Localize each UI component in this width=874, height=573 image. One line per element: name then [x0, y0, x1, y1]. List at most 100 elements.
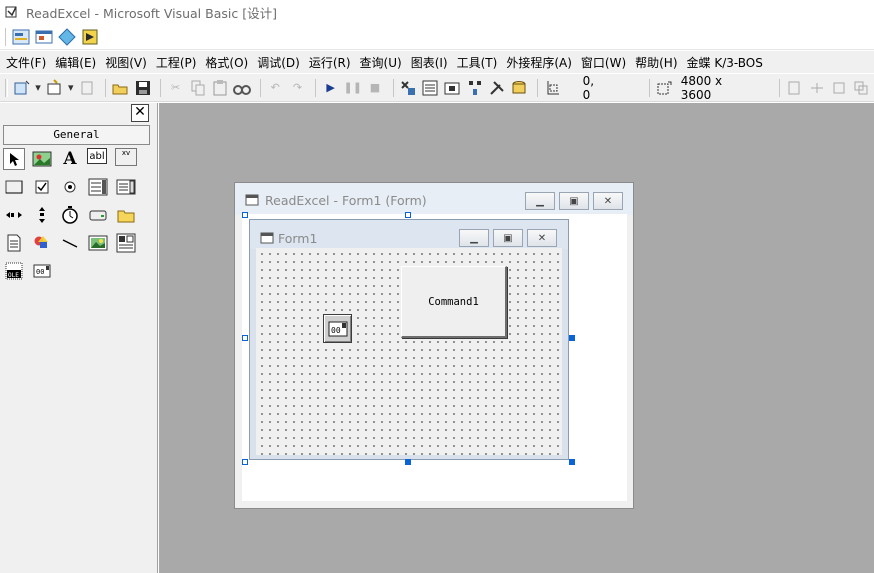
form-layout-icon[interactable]: [443, 78, 462, 98]
vb-icon[interactable]: [58, 27, 76, 46]
order-icon[interactable]: [852, 78, 871, 98]
dropdown-arrow-icon[interactable]: ▾: [67, 78, 75, 98]
find-icon[interactable]: [233, 78, 252, 98]
close-icon[interactable]: ✕: [131, 104, 149, 122]
textbox-tool-icon[interactable]: abl: [87, 148, 107, 164]
toolbox-panel: ✕ General A abl xv OLE 00: [0, 103, 158, 573]
size-to-grid-icon[interactable]: [830, 78, 849, 98]
toolbar-separator: [160, 78, 162, 97]
drivelist-tool-icon[interactable]: [87, 204, 109, 226]
restore-button[interactable]: ▣: [559, 192, 589, 210]
cut-icon[interactable]: ✂: [166, 78, 185, 98]
image-tool-icon[interactable]: [87, 232, 109, 254]
form-designer-title: ReadExcel - Form1 (Form): [265, 193, 427, 208]
form1-titlebar[interactable]: Form1 ▁ ▣ ✕: [250, 220, 568, 249]
close-button[interactable]: ✕: [593, 192, 623, 210]
line-tool-icon[interactable]: [59, 232, 81, 254]
project-explorer-icon[interactable]: [398, 78, 417, 98]
vscrollbar-tool-icon[interactable]: [31, 204, 53, 226]
undo-icon[interactable]: ↶: [266, 78, 285, 98]
position-icon: [542, 78, 561, 98]
dirlist-tool-icon[interactable]: [115, 204, 137, 226]
center-icon[interactable]: [808, 78, 827, 98]
command1-button[interactable]: Command1: [401, 266, 507, 338]
menu-query[interactable]: 查询(U): [360, 54, 402, 71]
menu-editor-icon[interactable]: [78, 78, 97, 98]
menu-project[interactable]: 工程(P): [156, 54, 197, 71]
menu-view[interactable]: 视图(V): [105, 54, 147, 71]
toolbar-separator: [104, 78, 106, 97]
data-tool-icon[interactable]: [115, 232, 137, 254]
toolbar-grip[interactable]: [5, 78, 8, 97]
align-icon[interactable]: [785, 78, 804, 98]
minimize-button[interactable]: ▁: [459, 229, 489, 247]
run-start-icon[interactable]: ▶: [321, 78, 340, 98]
form-window-icon[interactable]: [35, 28, 53, 46]
form1-window[interactable]: Form1 ▁ ▣ ✕: [249, 219, 569, 460]
data-view-icon[interactable]: [509, 78, 528, 98]
menu-debug[interactable]: 调试(D): [257, 54, 300, 71]
run-form-icon[interactable]: [81, 28, 99, 46]
toolbox-icon[interactable]: [487, 78, 506, 98]
resize-handle[interactable]: [242, 459, 248, 465]
close-button[interactable]: ✕: [527, 229, 557, 247]
add-form-icon[interactable]: [45, 78, 64, 98]
timer-tool-icon[interactable]: [59, 204, 81, 226]
standard-toolbar: ▾ ▾ ✂ ↶ ↷ ▶ ❚❚ ■ 0, 0 4800 x 3600: [0, 74, 874, 102]
pause-icon[interactable]: ❚❚: [343, 78, 362, 98]
listbox-tool-icon[interactable]: [115, 176, 137, 198]
toolbar-separator: [536, 78, 538, 97]
toolbox-header: ✕: [0, 103, 157, 123]
quick-toolbar: [0, 24, 874, 50]
resize-handle[interactable]: [242, 335, 248, 341]
toolbar-separator: [779, 78, 781, 97]
optionbutton-tool-icon[interactable]: [59, 176, 81, 198]
stop-icon[interactable]: ■: [365, 78, 384, 98]
menu-tools[interactable]: 工具(T): [457, 54, 498, 71]
toolbar-grip[interactable]: [5, 27, 8, 46]
toolbox-tab-general[interactable]: General: [3, 125, 150, 145]
dropdown-arrow-icon[interactable]: ▾: [34, 78, 42, 98]
copy-icon[interactable]: [188, 78, 207, 98]
ole-tool-icon[interactable]: OLE: [3, 260, 25, 282]
form-icon: [245, 193, 259, 210]
save-icon[interactable]: [133, 78, 152, 98]
menu-file[interactable]: 文件(F): [6, 54, 46, 71]
project-icon[interactable]: [12, 28, 30, 46]
menu-edit[interactable]: 编辑(E): [55, 54, 96, 71]
shape-tool-icon[interactable]: [31, 232, 53, 254]
properties-window-icon[interactable]: [421, 78, 440, 98]
menu-diagram[interactable]: 图表(I): [411, 54, 448, 71]
paste-icon[interactable]: [210, 78, 229, 98]
menu-help[interactable]: 帮助(H): [635, 54, 677, 71]
menu-addins[interactable]: 外接程序(A): [506, 54, 572, 71]
menu-kingdee-bos[interactable]: 金蝶 K/3-BOS: [687, 54, 763, 71]
restore-button[interactable]: ▣: [493, 229, 523, 247]
redo-icon[interactable]: ↷: [288, 78, 307, 98]
resize-handle[interactable]: [242, 212, 248, 218]
resize-handle[interactable]: [405, 459, 411, 465]
timer-control-icon[interactable]: 00: [323, 314, 352, 343]
label-tool-icon[interactable]: A: [59, 148, 81, 170]
minimize-button[interactable]: ▁: [525, 192, 555, 210]
picturebox-tool-icon[interactable]: [31, 148, 53, 170]
menu-format[interactable]: 格式(O): [205, 54, 248, 71]
resize-handle[interactable]: [569, 459, 575, 465]
resize-handle[interactable]: [569, 335, 575, 341]
combobox-tool-icon[interactable]: [87, 176, 109, 198]
toolbar-separator: [648, 78, 650, 97]
pointer-tool-icon[interactable]: [3, 148, 25, 170]
menu-run[interactable]: 运行(R): [309, 54, 351, 71]
add-project-icon[interactable]: [12, 78, 31, 98]
commandbutton-tool-icon[interactable]: [3, 176, 25, 198]
frame-tool-icon[interactable]: xv: [115, 148, 137, 166]
menu-window[interactable]: 窗口(W): [581, 54, 626, 71]
form-designer-titlebar[interactable]: ReadExcel - Form1 (Form) ▁ ▣ ✕: [235, 183, 633, 215]
resize-handle[interactable]: [405, 212, 411, 218]
filelist-tool-icon[interactable]: [3, 232, 25, 254]
object-browser-icon[interactable]: [465, 78, 484, 98]
checkbox-tool-icon[interactable]: [31, 176, 53, 198]
open-folder-icon[interactable]: [111, 78, 130, 98]
custom-control-tool-icon[interactable]: 00: [31, 260, 53, 282]
hscrollbar-tool-icon[interactable]: [3, 204, 25, 226]
